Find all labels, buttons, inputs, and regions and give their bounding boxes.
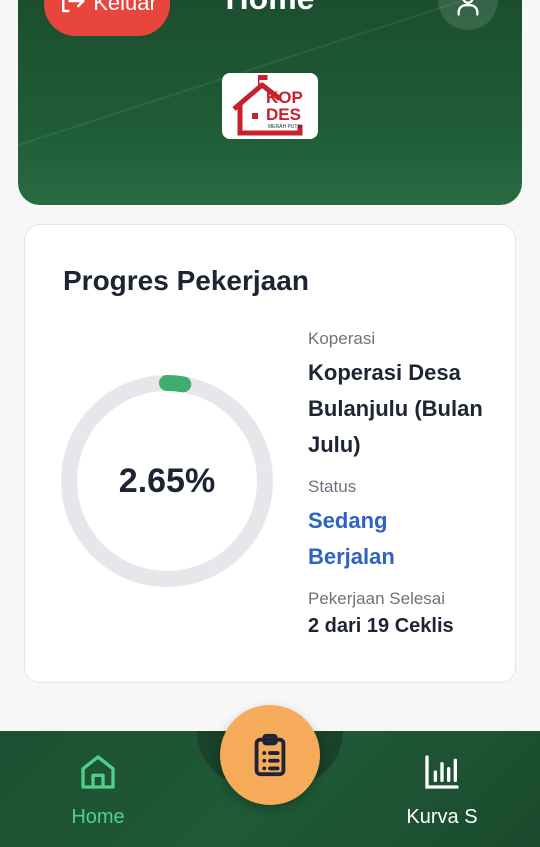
user-icon (457, 0, 479, 16)
koperasi-label: Koperasi (308, 329, 376, 348)
home-icon (81, 755, 115, 789)
koperasi-value: Koperasi Desa Bulanjulu (Bulan Julu) (308, 360, 483, 457)
nav-kurva-s[interactable]: Kurva S (398, 752, 486, 829)
logo-subtext: MERAH PUTIH (268, 124, 303, 130)
status-label: Status (308, 477, 357, 496)
selesai-value: 2 dari 19 Ceklis (308, 615, 454, 637)
selesai-label: Pekerjaan Selesai (308, 589, 446, 608)
card-title: Progres Pekerjaan (63, 265, 309, 296)
clipboard-list-icon (254, 733, 286, 777)
kopdes-logo: KOP DES MERAH PUTIH (222, 73, 318, 139)
status-value: Sedang Berjalan (308, 508, 395, 569)
progress-info: Koperasi Koperasi Desa Bulanjulu (Bulan … (308, 329, 508, 638)
nav-home[interactable]: Home (60, 752, 136, 829)
bar-chart-icon (425, 755, 459, 789)
checklist-fab-button[interactable] (220, 705, 320, 805)
progress-percent: 2.65% (118, 461, 216, 500)
logo-text-bottom: DES (266, 105, 301, 124)
nav-home-label: Home (71, 806, 125, 828)
nav-kurva-label: Kurva S (406, 806, 478, 828)
progress-card: Progres Pekerjaan 2.65% Koperasi Koperas… (24, 224, 516, 683)
